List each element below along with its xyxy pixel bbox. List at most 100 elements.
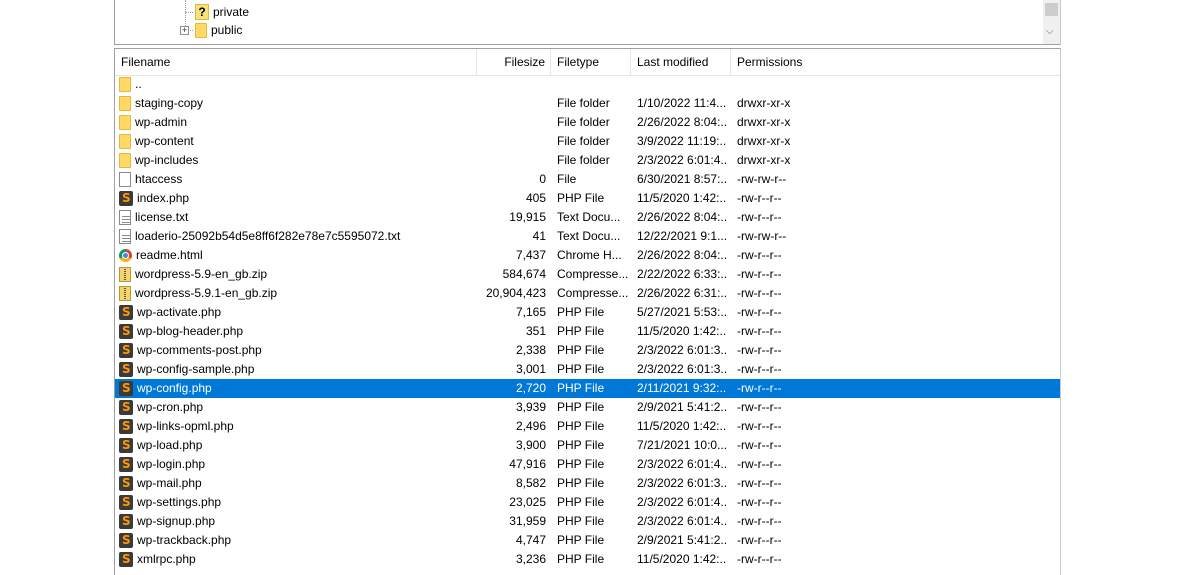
filesize-cell: 3,939 [515, 400, 546, 414]
file-row[interactable]: htaccess 0 File 6/30/2021 8:57:... -rw-rw-r-… [115, 170, 1060, 189]
file-row[interactable]: wp-admin File folder 2/26/2022 8:04:... drw… [115, 113, 1060, 132]
txt-icon [119, 229, 131, 244]
file-row[interactable]: wordpress-5.9-en_gb.zip 584,674 Compresse.… [115, 265, 1060, 284]
column-header-filetype[interactable]: Filetype [551, 49, 631, 75]
filename-text: wp-trackback.php [137, 533, 232, 547]
permissions-cell: -rw-r--r-- [737, 362, 782, 376]
file-row[interactable]: wp-content File folder 3/9/2022 11:19:... d… [115, 132, 1060, 151]
filesize-cell: 20,904,423 [485, 286, 546, 300]
filename-text: wp-login.php [137, 457, 206, 471]
tree-expand-button[interactable]: + [180, 26, 189, 35]
filename-text: wp-activate.php [137, 305, 222, 319]
last-modified-cell: 2/3/2022 6:01:4... [637, 153, 727, 167]
filesize-cell: 7,437 [515, 248, 546, 262]
file-row[interactable]: license.txt 19,915 Text Docu... 2/26/2022 8… [115, 208, 1060, 227]
filename-text: wp-comments-post.php [137, 343, 262, 357]
tree-item-private[interactable]: ? private [195, 3, 249, 21]
file-row[interactable]: wp-comments-post.php 2,338 PHP File 2/3/202… [115, 341, 1060, 360]
filename-text: wp-content [135, 134, 194, 148]
tree-item-public[interactable]: public [195, 21, 242, 39]
filetype-cell: Chrome H... [557, 248, 622, 262]
folder-icon [119, 96, 131, 111]
permissions-cell: -rw-r--r-- [737, 305, 782, 319]
file-row[interactable]: index.php 405 PHP File 11/5/2020 1:42:... -r… [115, 189, 1060, 208]
file-row[interactable]: wp-load.php 3,900 PHP File 7/21/2021 10:0..… [115, 436, 1060, 455]
filename-text: wp-mail.php [137, 476, 202, 490]
last-modified-cell: 1/10/2022 11:4... [637, 96, 727, 110]
tree-scrollbar[interactable]: ⌵ [1043, 0, 1060, 44]
filetype-cell: File folder [557, 115, 610, 129]
file-row[interactable]: wp-activate.php 7,165 PHP File 5/27/2021 5:… [115, 303, 1060, 322]
remote-file-list[interactable]: Filename ⌃ Filesize Filetype Last modifi… [114, 48, 1061, 575]
column-header-filesize[interactable]: Filesize [477, 49, 551, 75]
file-row[interactable]: wp-includes File folder 2/3/2022 6:01:4...… [115, 151, 1060, 170]
filetype-cell: PHP File [557, 343, 605, 357]
filename-text: loaderio-25092b54d5e8ff6f282e78e7c559507… [135, 229, 401, 243]
php-icon [119, 418, 133, 434]
file-row[interactable]: readme.html 7,437 Chrome H... 2/26/2022 8:0… [115, 246, 1060, 265]
file-row[interactable]: wp-signup.php 31,959 PHP File 2/3/2022 6:01… [115, 512, 1060, 531]
permissions-cell: -rw-r--r-- [737, 324, 782, 338]
filetype-cell: PHP File [557, 324, 605, 338]
last-modified-cell: 6/30/2021 8:57:... [637, 172, 727, 186]
filesize-cell: 7,165 [515, 305, 546, 319]
scrollbar-thumb[interactable] [1045, 3, 1058, 16]
file-row[interactable]: wordpress-5.9.1-en_gb.zip 20,904,423 Compr… [115, 284, 1060, 303]
filename-cell: license.txt [119, 208, 474, 227]
folder-icon [119, 77, 131, 92]
filesize-cell: 351 [525, 324, 546, 338]
permissions-cell: -rw-r--r-- [737, 210, 782, 224]
php-icon [119, 437, 133, 453]
file-row[interactable]: xmlrpc.php 3,236 PHP File 11/5/2020 1:42:..… [115, 550, 1060, 569]
filename-text: staging-copy [135, 96, 204, 110]
unknown-folder-icon: ? [195, 4, 209, 20]
filename-text: wp-load.php [137, 438, 203, 452]
filetype-cell: PHP File [557, 305, 605, 319]
file-row[interactable]: loaderio-25092b54d5e8ff6f282e78e7c559507… [115, 227, 1060, 246]
filetype-cell: PHP File [557, 191, 605, 205]
last-modified-cell: 2/11/2021 9:32:... [637, 381, 727, 395]
filetype-cell: PHP File [557, 514, 605, 528]
tree-item-label: private [213, 5, 250, 19]
file-row[interactable]: staging-copy File folder 1/10/2022 11:4...… [115, 94, 1060, 113]
file-row[interactable]: wp-settings.php 23,025 PHP File 2/3/2022 6:… [115, 493, 1060, 512]
filename-cell: wordpress-5.9.1-en_gb.zip [119, 284, 474, 303]
permissions-cell: drwxr-xr-x [737, 96, 791, 110]
file-icon [119, 172, 131, 187]
filetype-cell: File [557, 172, 577, 186]
filetype-cell: PHP File [557, 457, 605, 471]
permissions-cell: drwxr-xr-x [737, 115, 791, 129]
folder-icon [119, 134, 131, 149]
file-row[interactable]: wp-config-sample.php 3,001 PHP File 2/3/202… [115, 360, 1060, 379]
tree-guide-line [185, 12, 193, 13]
file-row[interactable]: wp-blog-header.php 351 PHP File 11/5/2020 1… [115, 322, 1060, 341]
last-modified-cell: 11/5/2020 1:42:... [637, 191, 727, 205]
last-modified-cell: 3/9/2022 11:19:... [637, 134, 727, 148]
chevron-down-icon[interactable]: ⌵ [1046, 26, 1054, 37]
filesize-cell: 0 [539, 172, 546, 186]
file-row[interactable]: wp-config.php 2,720 PHP File 2/11/2021 9:32… [115, 379, 1060, 398]
filename-cell: wp-content [119, 132, 474, 151]
last-modified-cell: 2/3/2022 6:01:4... [637, 514, 727, 528]
permissions-cell: -rw-rw-r-- [737, 172, 787, 186]
filetype-cell: PHP File [557, 476, 605, 490]
zip-icon [119, 267, 131, 282]
filesize-cell: 584,674 [502, 267, 546, 281]
remote-directory-tree[interactable]: ? private + public ⌵ [114, 0, 1061, 45]
php-icon [119, 380, 133, 396]
file-row[interactable]: wp-login.php 47,916 PHP File 2/3/2022 6:01:… [115, 455, 1060, 474]
php-icon [119, 551, 133, 567]
file-row[interactable]: .. [115, 75, 1060, 94]
file-row[interactable]: wp-trackback.php 4,747 PHP File 2/9/2021 5:… [115, 531, 1060, 550]
column-header-last-modified[interactable]: Last modified [631, 49, 731, 75]
filetype-cell: PHP File [557, 381, 605, 395]
filesize-cell: 3,900 [515, 438, 546, 452]
file-row[interactable]: wp-cron.php 3,939 PHP File 2/9/2021 5:41:2.… [115, 398, 1060, 417]
file-row[interactable]: wp-mail.php 8,582 PHP File 2/3/2022 6:01:3.… [115, 474, 1060, 493]
filetype-cell: PHP File [557, 419, 605, 433]
column-header-permissions[interactable]: Permissions [731, 49, 1060, 75]
last-modified-cell: 2/3/2022 6:01:3... [637, 476, 727, 490]
last-modified-cell: 2/26/2022 8:04:... [637, 248, 727, 262]
file-row[interactable]: wp-links-opml.php 2,496 PHP File 11/5/2020 … [115, 417, 1060, 436]
filename-cell: wp-config-sample.php [119, 360, 474, 379]
